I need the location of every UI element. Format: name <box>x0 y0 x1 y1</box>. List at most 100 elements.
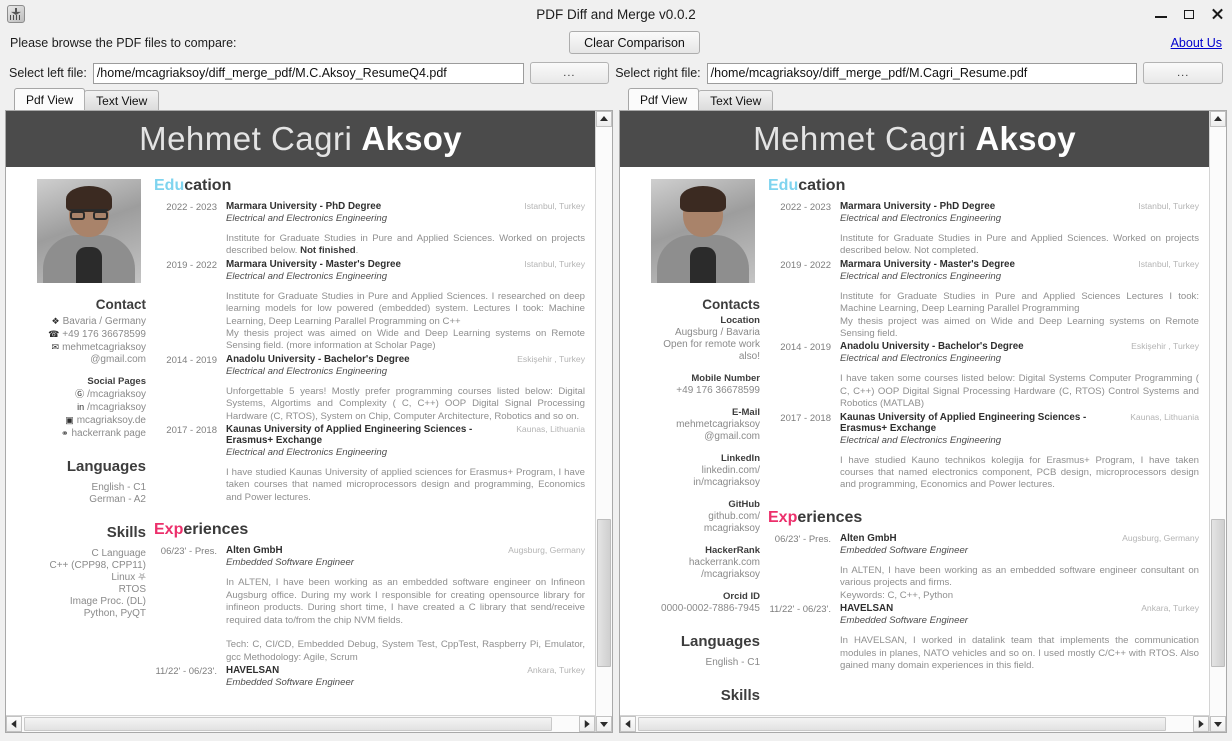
entry-subtitle: Electrical and Electronics Engineering <box>226 270 388 282</box>
contact-group-label: Mobile Number <box>691 373 760 384</box>
comparison-panes: Pdf View Text View Mehmet Cagri Aksoy Cont… <box>0 88 1232 741</box>
right-file-label: Select right file: <box>615 66 701 80</box>
left-vscroll-down-button[interactable] <box>596 716 612 732</box>
entry-title: Anadolu University - Bachelor's Degree <box>840 341 1024 353</box>
entry-description: Institute for Graduate Studies in Pure a… <box>226 290 585 352</box>
skill-item: C++ (CPP98, CPP11) <box>49 560 146 571</box>
minimize-icon[interactable] <box>1154 7 1168 21</box>
entry-description: In ALTEN, I have been working as an embe… <box>226 577 585 663</box>
maximize-icon[interactable] <box>1182 7 1196 21</box>
right-hscroll-left-button[interactable] <box>620 716 636 732</box>
right-tab-text-view[interactable]: Text View <box>698 90 774 110</box>
right-viewer-inner: Mehmet Cagri Aksoy Contacts Location Augsbur… <box>620 111 1209 732</box>
entry-title: Anadolu University - Bachelor's Degree <box>226 353 410 365</box>
contact-group-line: /mcagriaksoy <box>701 569 760 580</box>
right-pane: Pdf View Text View Mehmet Cagri Aksoy Cont… <box>619 88 1227 733</box>
left-horizontal-scrollbar[interactable] <box>6 715 595 732</box>
right-hscroll-track[interactable] <box>636 716 1193 732</box>
right-vscroll-up-button[interactable] <box>1210 111 1226 127</box>
right-vscroll-down-button[interactable] <box>1210 716 1226 732</box>
resume-name-banner: Mehmet Cagri Aksoy <box>6 111 595 167</box>
window-title: PDF Diff and Merge v0.0.2 <box>536 6 696 22</box>
close-icon[interactable] <box>1210 7 1224 21</box>
entry-body: HAVELSAN Ankara, Turkey Embedded Software … <box>226 665 585 694</box>
entry-date: 06/23' - Pres. <box>774 533 831 545</box>
left-browse-button[interactable]: ... <box>529 62 610 84</box>
entry-location: Eskişehir , Turkey <box>517 353 585 364</box>
resume-entry: 2022 - 2023 Marmara University - PhD Degr… <box>154 201 585 258</box>
entry-body: Anadolu University - Bachelor's Degree Es… <box>226 354 585 423</box>
contact-group-line: also! <box>738 351 760 362</box>
resume-entry: 06/23' - Pres. Alten GmbH Augsburg, German… <box>154 545 585 664</box>
right-file-input[interactable]: /home/mcagriaksoy/diff_merge_pdf/M.Cagri… <box>706 62 1138 84</box>
right-vscroll-thumb[interactable] <box>1211 519 1225 667</box>
skill-item: RTOS <box>118 584 146 595</box>
entry-title: Alten GmbH <box>840 532 897 544</box>
clear-comparison-button[interactable]: Clear Comparison <box>569 31 700 54</box>
title-bar: PDF Diff and Merge v0.0.2 <box>0 0 1232 28</box>
about-us-link[interactable]: About Us <box>1171 36 1222 50</box>
contact-text: mehmetcagriaksoy <box>62 342 146 353</box>
entry-subtitle: Electrical and Electronics Engineering <box>840 270 1002 282</box>
toolbar-row-browse: Please browse the PDF files to compare: … <box>0 28 1232 58</box>
entry-title: Marmara University - PhD Degree <box>840 201 996 212</box>
entry-body: Alten GmbH Augsburg, Germany Embedded Soft… <box>226 545 585 664</box>
left-hscroll-track[interactable] <box>22 716 579 732</box>
left-vscroll-track[interactable] <box>596 127 612 716</box>
left-file-input[interactable]: /home/mcagriaksoy/diff_merge_pdf/M.C.Aks… <box>92 62 524 84</box>
resume-entry: 11/22' - 06/23'. HAVELSAN Ankara, Turkey Em… <box>154 665 585 694</box>
left-hscroll-right-button[interactable] <box>579 716 595 732</box>
entry-description: Institute for Graduate Studies in Pure a… <box>840 290 1199 340</box>
right-vertical-scrollbar[interactable] <box>1209 111 1226 732</box>
entry-title: HAVELSAN <box>840 603 894 615</box>
right-horizontal-scrollbar[interactable] <box>620 715 1209 732</box>
right-hscroll-thumb[interactable] <box>638 717 1166 731</box>
entry-subtitle: Electrical and Electronics Engineering <box>226 213 388 224</box>
entry-subtitle: Embedded Software Engineer <box>840 615 968 627</box>
skills-heading: Skills <box>720 687 760 704</box>
language-item: English - C1 <box>705 657 760 668</box>
contact-heading: Contact <box>95 297 146 312</box>
right-browse-button[interactable]: ... <box>1143 62 1224 84</box>
left-pane: Pdf View Text View Mehmet Cagri Aksoy Cont… <box>5 88 613 733</box>
profile-photo <box>651 179 755 283</box>
entry-subtitle: Embedded Software Engineer <box>226 677 354 689</box>
entry-date: 2019 - 2022 <box>780 259 831 271</box>
contact-group-line: Augsburg / Bavaria <box>674 327 760 338</box>
entry-description: I have studied Kauno technikos kolegija … <box>840 454 1199 491</box>
left-tab-pdf-view[interactable]: Pdf View <box>14 88 86 110</box>
social-text: mcagriaksoy.de <box>76 415 146 426</box>
right-tab-pdf-view[interactable]: Pdf View <box>628 88 700 110</box>
right-hscroll-right-button[interactable] <box>1193 716 1209 732</box>
resume-entry: 2014 - 2019 Anadolu University - Bachelor… <box>154 354 585 423</box>
contact-group-line: Open for remote work <box>663 339 760 350</box>
right-tabstrip: Pdf View Text View <box>619 88 1227 110</box>
right-vscroll-track[interactable] <box>1210 127 1226 716</box>
entry-location: Ankara, Turkey <box>1141 603 1199 614</box>
resume-entry: 2014 - 2019 Anadolu University - Bachelor… <box>768 341 1199 410</box>
skill-item: Image Proc. (DL) <box>69 596 146 607</box>
left-tab-text-view[interactable]: Text View <box>84 90 160 110</box>
left-vscroll-thumb[interactable] <box>597 519 611 667</box>
contact-line: @gmail.com <box>6 354 146 366</box>
browse-instruction-label: Please browse the PDF files to compare: <box>10 36 237 50</box>
contact-group-line: github.com/ <box>708 511 760 522</box>
application-window: PDF Diff and Merge v0.0.2 Please browse … <box>0 0 1232 741</box>
section-title-experiences: Experiences <box>154 521 249 539</box>
contact-group-line: +49 176 36678599 <box>676 385 760 396</box>
left-viewer-inner: Mehmet Cagri Aksoy Contact ❖ Bavaria / Germa… <box>6 111 595 732</box>
left-hscroll-left-button[interactable] <box>6 716 22 732</box>
entry-location: Ankara, Turkey <box>527 665 585 676</box>
contact-group-label: GitHub <box>728 499 760 510</box>
left-vscroll-up-button[interactable] <box>596 111 612 127</box>
entry-location: Augsburg, Germany <box>1122 532 1199 543</box>
entry-subtitle: Electrical and Electronics Engineering <box>840 353 1002 365</box>
resume-sidebar: Contacts Location Augsburg / Bavaria Open f… <box>620 175 768 707</box>
entry-title: Kaunas University of Applied Engineering… <box>840 411 1087 434</box>
languages-heading: Languages <box>680 633 760 650</box>
entry-location: Eskişehir , Turkey <box>1131 341 1199 352</box>
resume-entry: 2022 - 2023 Marmara University - PhD Degr… <box>768 201 1199 258</box>
entry-title: Marmara University - PhD Degree <box>226 201 382 212</box>
left-vertical-scrollbar[interactable] <box>595 111 612 732</box>
left-hscroll-thumb[interactable] <box>24 717 552 731</box>
